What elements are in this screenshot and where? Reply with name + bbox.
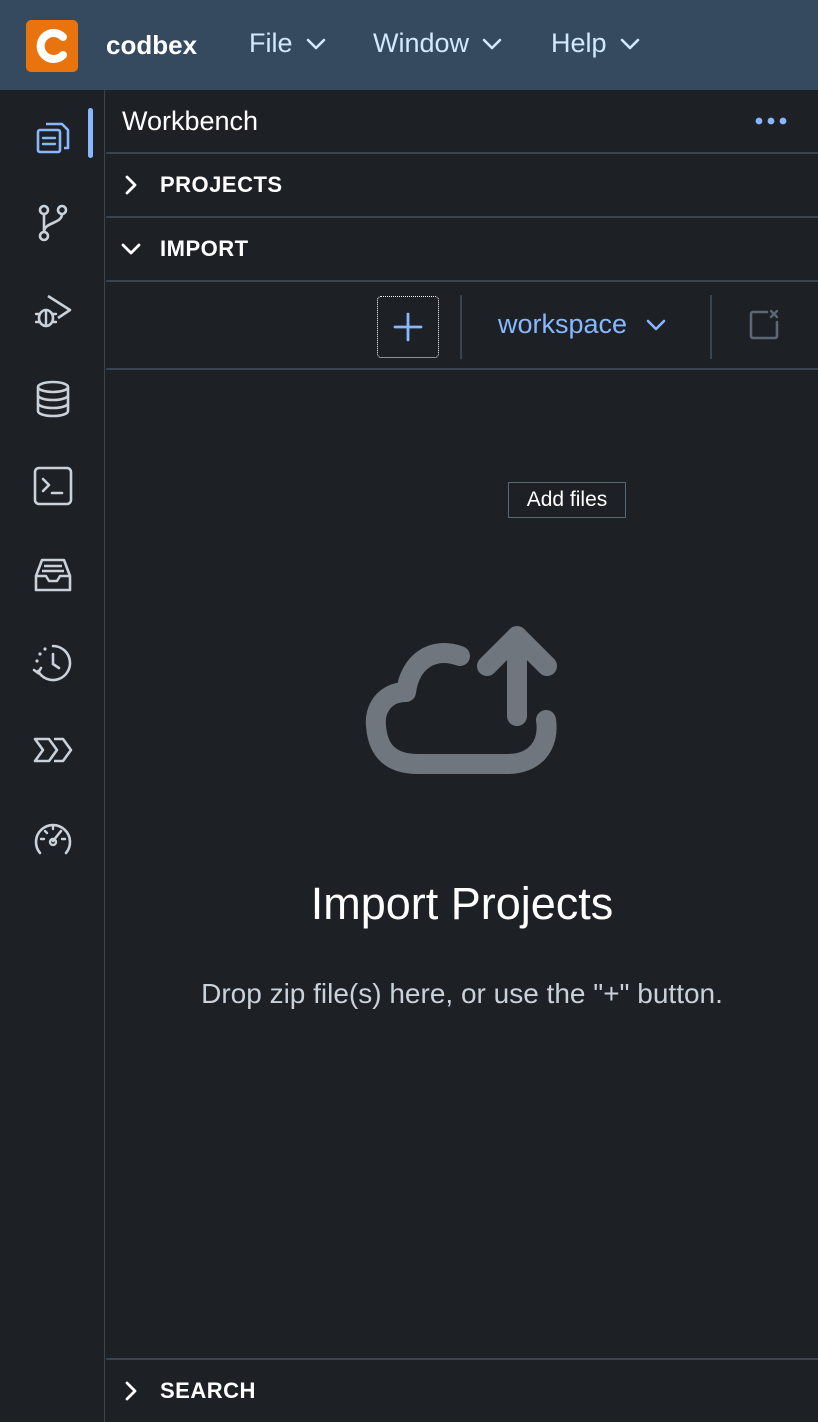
inbox-icon xyxy=(34,558,71,592)
import-hint: Drop zip file(s) here, or use the "+" bu… xyxy=(201,978,723,1009)
chevron-right-icon xyxy=(125,1381,137,1401)
section-search-label: SEARCH xyxy=(160,1378,256,1403)
terminal-icon xyxy=(33,466,72,506)
chevron-down-icon xyxy=(646,319,666,330)
database-icon xyxy=(36,380,69,418)
chevron-right-icon xyxy=(125,175,137,195)
menu-help-label: Help xyxy=(551,28,607,58)
import-title: Import Projects xyxy=(310,878,614,929)
activity-performance[interactable] xyxy=(0,795,105,881)
section-projects-label: PROJECTS xyxy=(160,172,283,197)
toolbar-separator xyxy=(460,295,462,359)
toolbar-separator xyxy=(710,295,712,359)
close-window-icon xyxy=(749,309,779,340)
workspace-select[interactable]: workspace xyxy=(498,309,667,340)
add-files-button[interactable] xyxy=(377,296,439,358)
cloud-upload-icon xyxy=(365,626,557,774)
activity-workbench[interactable] xyxy=(0,94,105,180)
debug-icon xyxy=(34,294,71,328)
panel-title: Workbench xyxy=(122,106,259,136)
section-search-header[interactable]: SEARCH xyxy=(106,1360,818,1422)
activity-database[interactable] xyxy=(0,356,105,442)
activity-git[interactable] xyxy=(0,180,105,266)
activity-terminal[interactable] xyxy=(0,443,105,529)
chevron-down-icon xyxy=(306,38,325,49)
chevron-down-icon xyxy=(121,243,141,255)
divider xyxy=(106,368,818,370)
performance-gauge-icon xyxy=(34,823,71,855)
plus-icon xyxy=(393,312,423,342)
shell-header: codbex File Window Help xyxy=(0,0,818,90)
activity-inbox[interactable] xyxy=(0,532,105,618)
process-icon xyxy=(33,737,72,763)
import-toolbar: workspace xyxy=(106,283,818,369)
workbench-files-icon xyxy=(36,122,69,154)
codbex-logo-icon xyxy=(36,29,67,63)
workbench-panel: Workbench PROJECTS IMPORT workspace Add … xyxy=(106,90,818,1422)
menu-window-label: Window xyxy=(373,28,470,58)
clear-button[interactable] xyxy=(747,308,781,347)
more-horizontal-icon xyxy=(755,117,787,125)
activity-bar xyxy=(0,90,105,1422)
app-window: codbex File Window Help Workbench PROJEC… xyxy=(0,0,818,1422)
section-projects-header[interactable]: PROJECTS xyxy=(106,154,818,216)
codbex-logo[interactable] xyxy=(26,20,78,72)
chevron-down-icon xyxy=(482,38,502,49)
brand-name: codbex xyxy=(106,30,198,60)
menu-file-label: File xyxy=(249,28,293,58)
activity-history[interactable] xyxy=(0,620,105,706)
menu-window[interactable]: Window xyxy=(373,28,503,59)
section-import-label: IMPORT xyxy=(160,236,249,261)
divider xyxy=(106,280,818,282)
activity-process[interactable] xyxy=(0,707,105,793)
section-import-header[interactable]: IMPORT xyxy=(106,218,818,280)
workspace-select-value: workspace xyxy=(498,309,628,339)
chevron-down-icon xyxy=(620,38,639,49)
git-branch-icon xyxy=(38,204,67,242)
menu-help[interactable]: Help xyxy=(551,28,641,59)
activity-debug[interactable] xyxy=(0,268,105,354)
add-files-tooltip: Add files xyxy=(508,482,626,518)
more-actions-button[interactable] xyxy=(754,114,788,133)
history-icon xyxy=(32,644,71,682)
menu-file[interactable]: File xyxy=(249,28,327,59)
